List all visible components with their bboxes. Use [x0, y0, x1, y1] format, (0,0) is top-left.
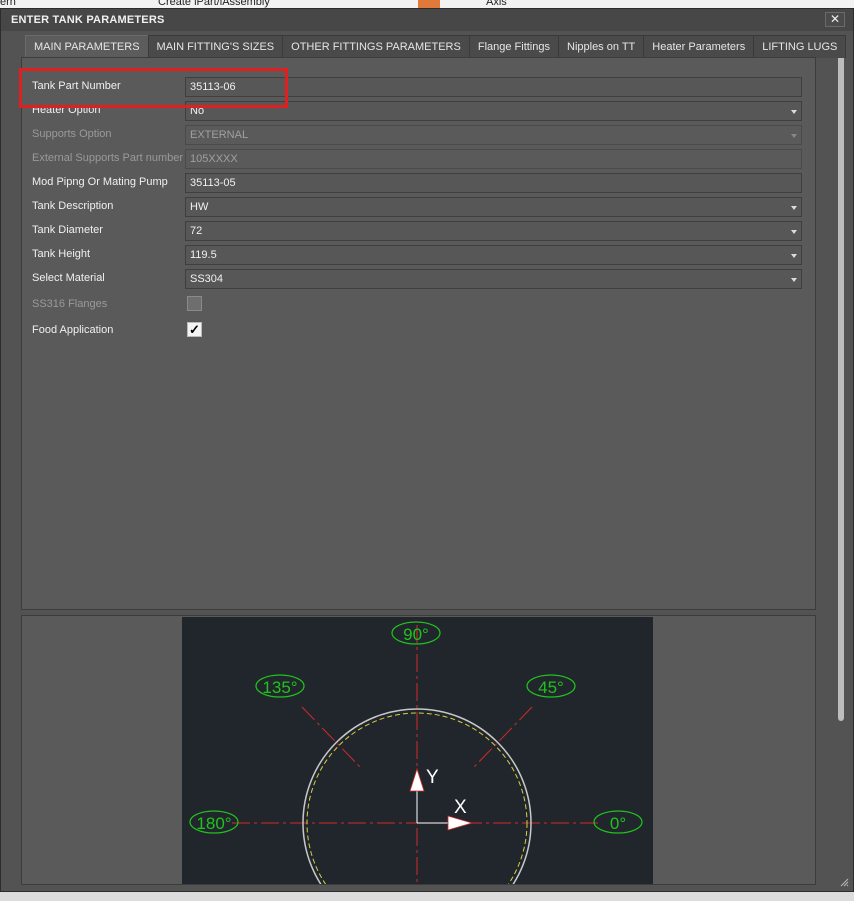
select-material-select[interactable]: SS304 — [185, 269, 802, 289]
bg-ribbon-text: ern — [0, 0, 16, 8]
ss316-flanges-label: SS316 Flanges — [32, 298, 108, 310]
tank-description-row: Tank Description HW — [32, 197, 806, 217]
tank-height-row: Tank Height 119.5 — [32, 245, 806, 265]
tank-description-select[interactable]: HW — [185, 197, 802, 217]
centerline-45 — [473, 706, 533, 768]
tank-height-value: 119.5 — [190, 249, 217, 261]
chevron-down-icon — [791, 230, 797, 234]
mod-piping-row: Mod Pipng Or Mating Pump 35113-05 — [32, 173, 806, 193]
x-axis-label: X — [454, 797, 467, 818]
bg-ribbon-text: Create iPart/iAssembly — [158, 0, 270, 8]
resize-grip-icon[interactable] — [839, 877, 849, 887]
chevron-down-icon — [791, 254, 797, 258]
supports-option-row: Supports Option EXTERNAL — [32, 125, 806, 145]
chevron-down-icon — [791, 206, 797, 210]
x-arrow-icon — [447, 815, 474, 831]
scrollbar-thumb[interactable] — [838, 49, 844, 721]
tank-diameter-select[interactable]: 72 — [185, 221, 802, 241]
tank-diameter-row: Tank Diameter 72 — [32, 221, 806, 241]
orientation-diagram-panel: Y X 90° 135° 45° 180° 0° — [21, 615, 816, 885]
tab-nipples-on-tt[interactable]: Nipples on TT — [558, 35, 645, 58]
centerline-135 — [301, 706, 361, 768]
tab-lifting-lugs[interactable]: LIFTING LUGS — [753, 35, 847, 58]
y-arrow-icon — [409, 767, 425, 792]
food-application-row: Food Application ✓ — [32, 321, 806, 341]
supports-option-value: EXTERNAL — [190, 129, 249, 141]
select-material-value: SS304 — [190, 273, 224, 285]
tank-height-select[interactable]: 119.5 — [185, 245, 802, 265]
tab-main-parameters[interactable]: MAIN PARAMETERS — [25, 35, 149, 59]
tab-strip: MAIN PARAMETERS MAIN FITTING'S SIZES OTH… — [25, 35, 847, 59]
food-application-label: Food Application — [32, 324, 114, 336]
tab-main-fittings-sizes[interactable]: MAIN FITTING'S SIZES — [147, 35, 284, 58]
tab-flange-fittings[interactable]: Flange Fittings — [468, 35, 559, 58]
highlight-annotation — [19, 68, 288, 108]
dialog-title: ENTER TANK PARAMETERS — [11, 14, 165, 26]
chevron-down-icon — [791, 278, 797, 282]
tank-orientation-diagram: Y X 90° 135° 45° 180° 0° — [182, 617, 653, 884]
close-button[interactable]: ✕ — [825, 12, 845, 27]
vertical-scrollbar[interactable] — [835, 35, 847, 885]
food-application-checkbox[interactable]: ✓ — [187, 322, 202, 337]
external-supports-input: 105XXXX — [185, 149, 802, 169]
ss316-flanges-checkbox — [187, 296, 202, 311]
bg-ribbon-text: Axis — [486, 0, 507, 8]
tab-other-fittings-parameters[interactable]: OTHER FITTINGS PARAMETERS — [282, 35, 470, 58]
chevron-down-icon — [791, 110, 797, 114]
angle-180-label: 180° — [196, 814, 231, 833]
select-material-row: Select Material SS304 — [32, 269, 806, 289]
supports-option-select: EXTERNAL — [185, 125, 802, 145]
external-supports-row: External Supports Part number 105XXXX — [32, 149, 806, 169]
tab-heater-parameters[interactable]: Heater Parameters — [643, 35, 755, 58]
angle-90-label: 90° — [403, 625, 429, 644]
external-supports-label: External Supports Part number — [32, 152, 184, 164]
mod-piping-input[interactable]: 35113-05 — [185, 173, 802, 193]
dialog-titlebar[interactable]: ENTER TANK PARAMETERS ✕ — [1, 9, 853, 31]
chevron-down-icon — [791, 134, 797, 138]
angle-135-label: 135° — [262, 678, 297, 697]
main-parameters-panel: Tank Part Number 35113-06 Heater Option … — [21, 57, 816, 610]
tank-description-value: HW — [190, 201, 209, 213]
close-icon: ✕ — [829, 12, 841, 26]
ss316-flanges-row: SS316 Flanges — [32, 295, 806, 315]
tank-diameter-value: 72 — [190, 225, 203, 237]
select-material-label: Select Material — [32, 272, 105, 284]
angle-45-label: 45° — [538, 678, 564, 697]
tank-diameter-label: Tank Diameter — [32, 224, 103, 236]
supports-option-label: Supports Option — [32, 128, 112, 140]
angle-0-label: 0° — [610, 814, 626, 833]
mod-piping-label: Mod Pipng Or Mating Pump — [32, 176, 168, 188]
checkmark-icon: ✓ — [189, 322, 200, 337]
tank-height-label: Tank Height — [32, 248, 91, 260]
y-axis-label: Y — [426, 767, 439, 788]
tank-description-label: Tank Description — [32, 200, 114, 212]
